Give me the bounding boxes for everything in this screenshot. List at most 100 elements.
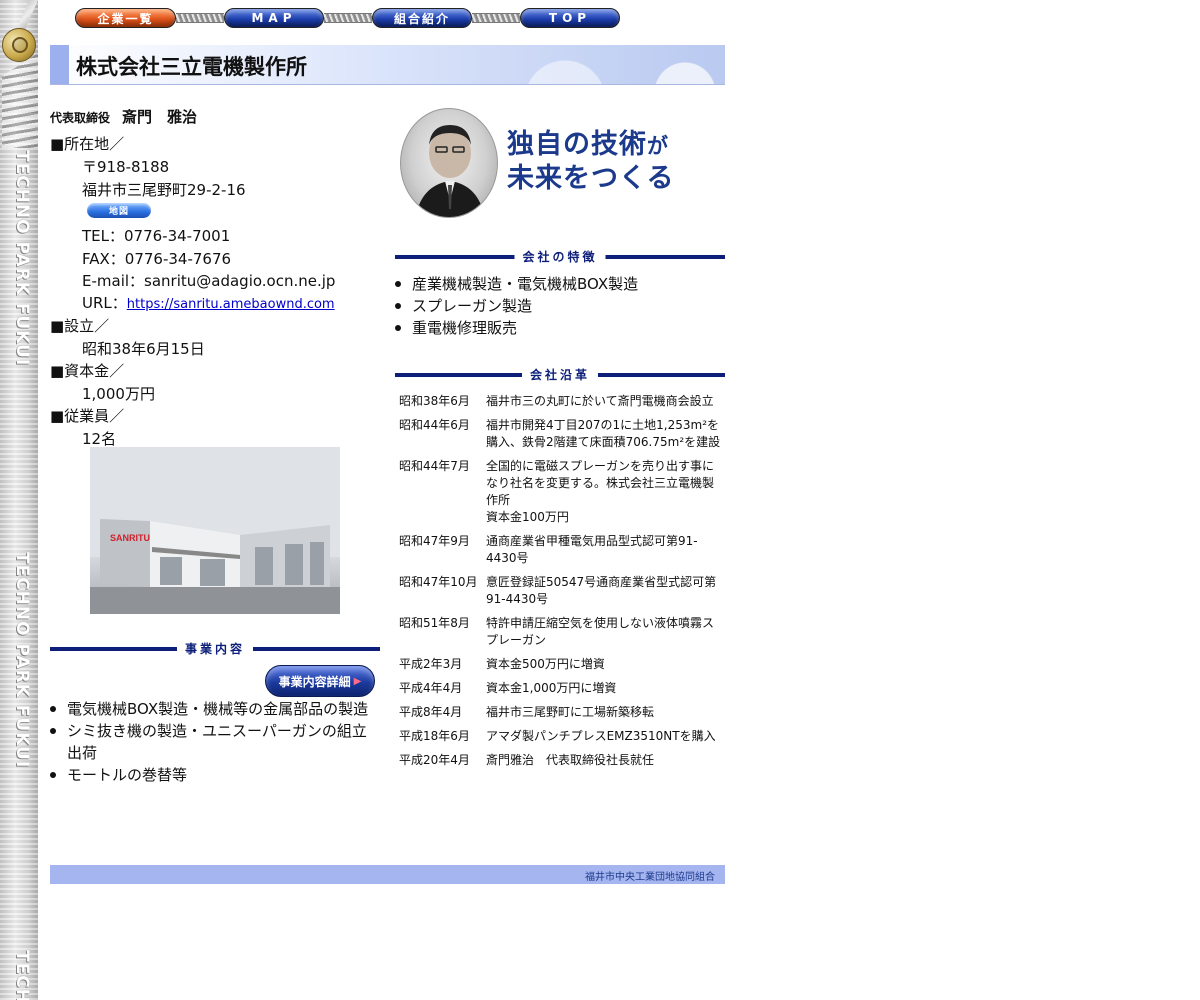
tagline-line1: 独自の技術 — [507, 129, 647, 160]
list-item: 産業機械製造・電気機械BOX製造 — [395, 273, 725, 295]
history-event: 福井市三尾野町に工場新築移転 — [486, 705, 655, 719]
history-event: 福井市三の丸町に於いて斎門電機商会設立 — [486, 394, 714, 408]
history-event: 斎門雅治 代表取締役社長就任 — [486, 753, 655, 767]
tagline-line2: 未来 — [507, 163, 563, 194]
history-date: 平成2年3月 — [399, 657, 463, 671]
history-table: 昭和38年6月 福井市三の丸町に於いて斎門電機商会設立 昭和44年6月 福井市開発4… — [399, 393, 729, 776]
list-item: モートルの巻替等 — [50, 764, 380, 786]
table-row: 平成20年4月 斎門雅治 代表取締役社長就任 — [399, 752, 729, 769]
table-row: 昭和51年8月 特許申請圧縮空気を使用しない液体噴霧スプレーガン — [399, 615, 729, 649]
history-date: 昭和44年6月 — [399, 418, 470, 432]
history-event: 意匠登録証50547号通商産業省型式認可第91-4430号 — [486, 575, 717, 606]
table-row: 平成18年6月 アマダ製パンチプレスEMZ3510NTを購入 — [399, 728, 729, 745]
list-item: 重電機修理販売 — [395, 317, 725, 339]
header-accent-bar — [50, 45, 69, 84]
website-link[interactable]: https://sanritu.amebaownd.com — [127, 297, 335, 312]
factory-photo: SANRITU — [90, 447, 340, 614]
footer-bar: 福井市中央工業団地協同組合 — [50, 865, 725, 884]
history-date: 平成8年4月 — [399, 705, 463, 719]
list-item: スプレーガン製造 — [395, 295, 725, 317]
portrait-illustration — [415, 125, 485, 217]
screw-icon — [2, 28, 38, 148]
history-date: 昭和51年8月 — [399, 616, 470, 630]
nav-top-button[interactable]: TOP — [520, 8, 620, 28]
history-event: 通商産業省甲種電気用品型式認可第91-4430号 — [486, 534, 698, 565]
nav-association-button[interactable]: 組合紹介 — [372, 8, 472, 28]
spring-decoration — [472, 13, 520, 23]
spring-decoration — [176, 13, 224, 23]
employees-value: 12名 — [82, 430, 117, 448]
capital-value: 1,000万円 — [82, 385, 155, 403]
list-item: 電気機械BOX製造・機械等の金属部品の製造 — [50, 698, 380, 720]
top-navigation: 企業一覧 MAP 組合紹介 TOP — [75, 7, 620, 29]
business-detail-button[interactable]: 事業内容詳細 ▶ — [265, 665, 375, 697]
factory-illustration: SANRITU — [90, 447, 340, 614]
history-event: 特許申請圧縮空気を使用しない液体噴霧スプレーガン — [486, 616, 715, 647]
history-event: 福井市開発4丁目207の1に土地1,253m²を購入、鉄骨2階建て床面積706.… — [486, 418, 721, 449]
table-row: 平成2年3月 資本金500万円に増資 — [399, 656, 729, 673]
rod-decoration — [16, 0, 38, 30]
arrow-right-icon: ▶ — [353, 675, 362, 687]
address: 福井市三尾野町29-2-16 — [82, 181, 246, 199]
side-decoration-strip: TECHNO PARK FUKUI TECHNO PARK FUKUI TECH — [0, 0, 38, 1000]
fax: FAX：0776-34-7676 — [82, 250, 232, 268]
table-row: 平成4年4月 資本金1,000万円に増資 — [399, 680, 729, 697]
features-list: 産業機械製造・電気機械BOX製造 スプレーガン製造 重電機修理販売 — [395, 273, 725, 339]
company-name: 株式会社三立電機製作所 — [76, 55, 307, 79]
factory-sign: SANRITU — [110, 533, 150, 543]
table-row: 昭和47年9月 通商産業省甲種電気用品型式認可第91-4430号 — [399, 533, 729, 567]
capital-label: ■資本金／ — [50, 362, 125, 380]
history-date: 昭和47年9月 — [399, 534, 470, 548]
history-event: アマダ製パンチプレスEMZ3510NTを購入 — [486, 729, 716, 743]
president-photo — [400, 108, 498, 218]
business-list: 電気機械BOX製造・機械等の金属部品の製造 シミ抜き機の製造・ユニスーパーガンの… — [50, 698, 380, 786]
history-event: 資本金500万円に増資 — [486, 657, 605, 671]
history-date: 昭和44年7月 — [399, 459, 470, 473]
spring-decoration — [324, 13, 372, 23]
founded-date: 昭和38年6月15日 — [82, 340, 205, 358]
table-row: 平成8年4月 福井市三尾野町に工場新築移転 — [399, 704, 729, 721]
history-heading: 会社沿革 — [521, 366, 599, 384]
history-event: 資本金100万円 — [486, 510, 569, 524]
representative-title: 代表取締役 — [50, 111, 111, 125]
nav-map-button[interactable]: MAP — [224, 8, 324, 28]
business-section-heading: 事業内容 — [50, 640, 380, 658]
features-section-heading: 会社の特徴 — [395, 248, 725, 266]
nav-company-list-button[interactable]: 企業一覧 — [75, 8, 176, 28]
history-date: 平成18年6月 — [399, 729, 470, 743]
founded-label: ■設立／ — [50, 317, 110, 335]
postal-code: 〒918-8188 — [82, 158, 170, 176]
strip-text-techno-park: TECHNO PARK FUKUI — [12, 552, 32, 769]
company-tagline: 独自の技術が 未来をつくる — [507, 128, 674, 195]
representative-name: 斎門 雅治 — [122, 108, 198, 126]
table-row: 資本金100万円 — [399, 509, 729, 526]
history-section-heading: 会社沿革 — [395, 366, 725, 384]
company-header: 株式会社三立電機製作所 — [50, 45, 725, 85]
map-button[interactable]: 地図 — [87, 203, 151, 218]
table-row: 昭和38年6月 福井市三の丸町に於いて斎門電機商会設立 — [399, 393, 729, 410]
strip-text-techno-park: TECHNO PARK FUKUI — [12, 150, 32, 367]
history-date: 平成20年4月 — [399, 753, 470, 767]
features-heading: 会社の特徴 — [514, 248, 606, 266]
table-row: 昭和47年10月 意匠登録証50547号通商産業省型式認可第91-4430号 — [399, 574, 729, 608]
business-detail-label: 事業内容詳細 — [278, 674, 351, 689]
footer-organization: 福井市中央工業団地協同組合 — [585, 872, 715, 883]
tel: TEL：0776-34-7001 — [82, 227, 231, 245]
table-row: 昭和44年7月 全国的に電磁スプレーガンを売り出す事になり社名を変更する。株式会社… — [399, 458, 729, 509]
history-date: 昭和47年10月 — [399, 575, 478, 589]
header-decoration — [525, 45, 725, 84]
representative: 代表取締役 斎門 雅治 — [50, 106, 197, 127]
history-event: 全国的に電磁スプレーガンを売り出す事になり社名を変更する。株式会社三立電機製作所 — [486, 459, 715, 507]
history-date: 昭和38年6月 — [399, 394, 470, 408]
strip-text-partial: TECH — [12, 950, 32, 1000]
history-date: 平成4年4月 — [399, 681, 463, 695]
address-label: ■所在地／ — [50, 135, 125, 153]
url-line: URL：https://sanritu.amebaownd.com — [82, 292, 335, 313]
tagline-line1-particle: が — [647, 133, 669, 158]
business-heading: 事業内容 — [176, 640, 254, 658]
url-label: URL： — [82, 294, 127, 312]
employees-label: ■従業員／ — [50, 407, 125, 425]
table-row: 昭和44年6月 福井市開発4丁目207の1に土地1,253m²を購入、鉄骨2階建て… — [399, 417, 729, 451]
tagline-line2-rest: をつくる — [563, 163, 675, 194]
history-date — [399, 509, 486, 526]
